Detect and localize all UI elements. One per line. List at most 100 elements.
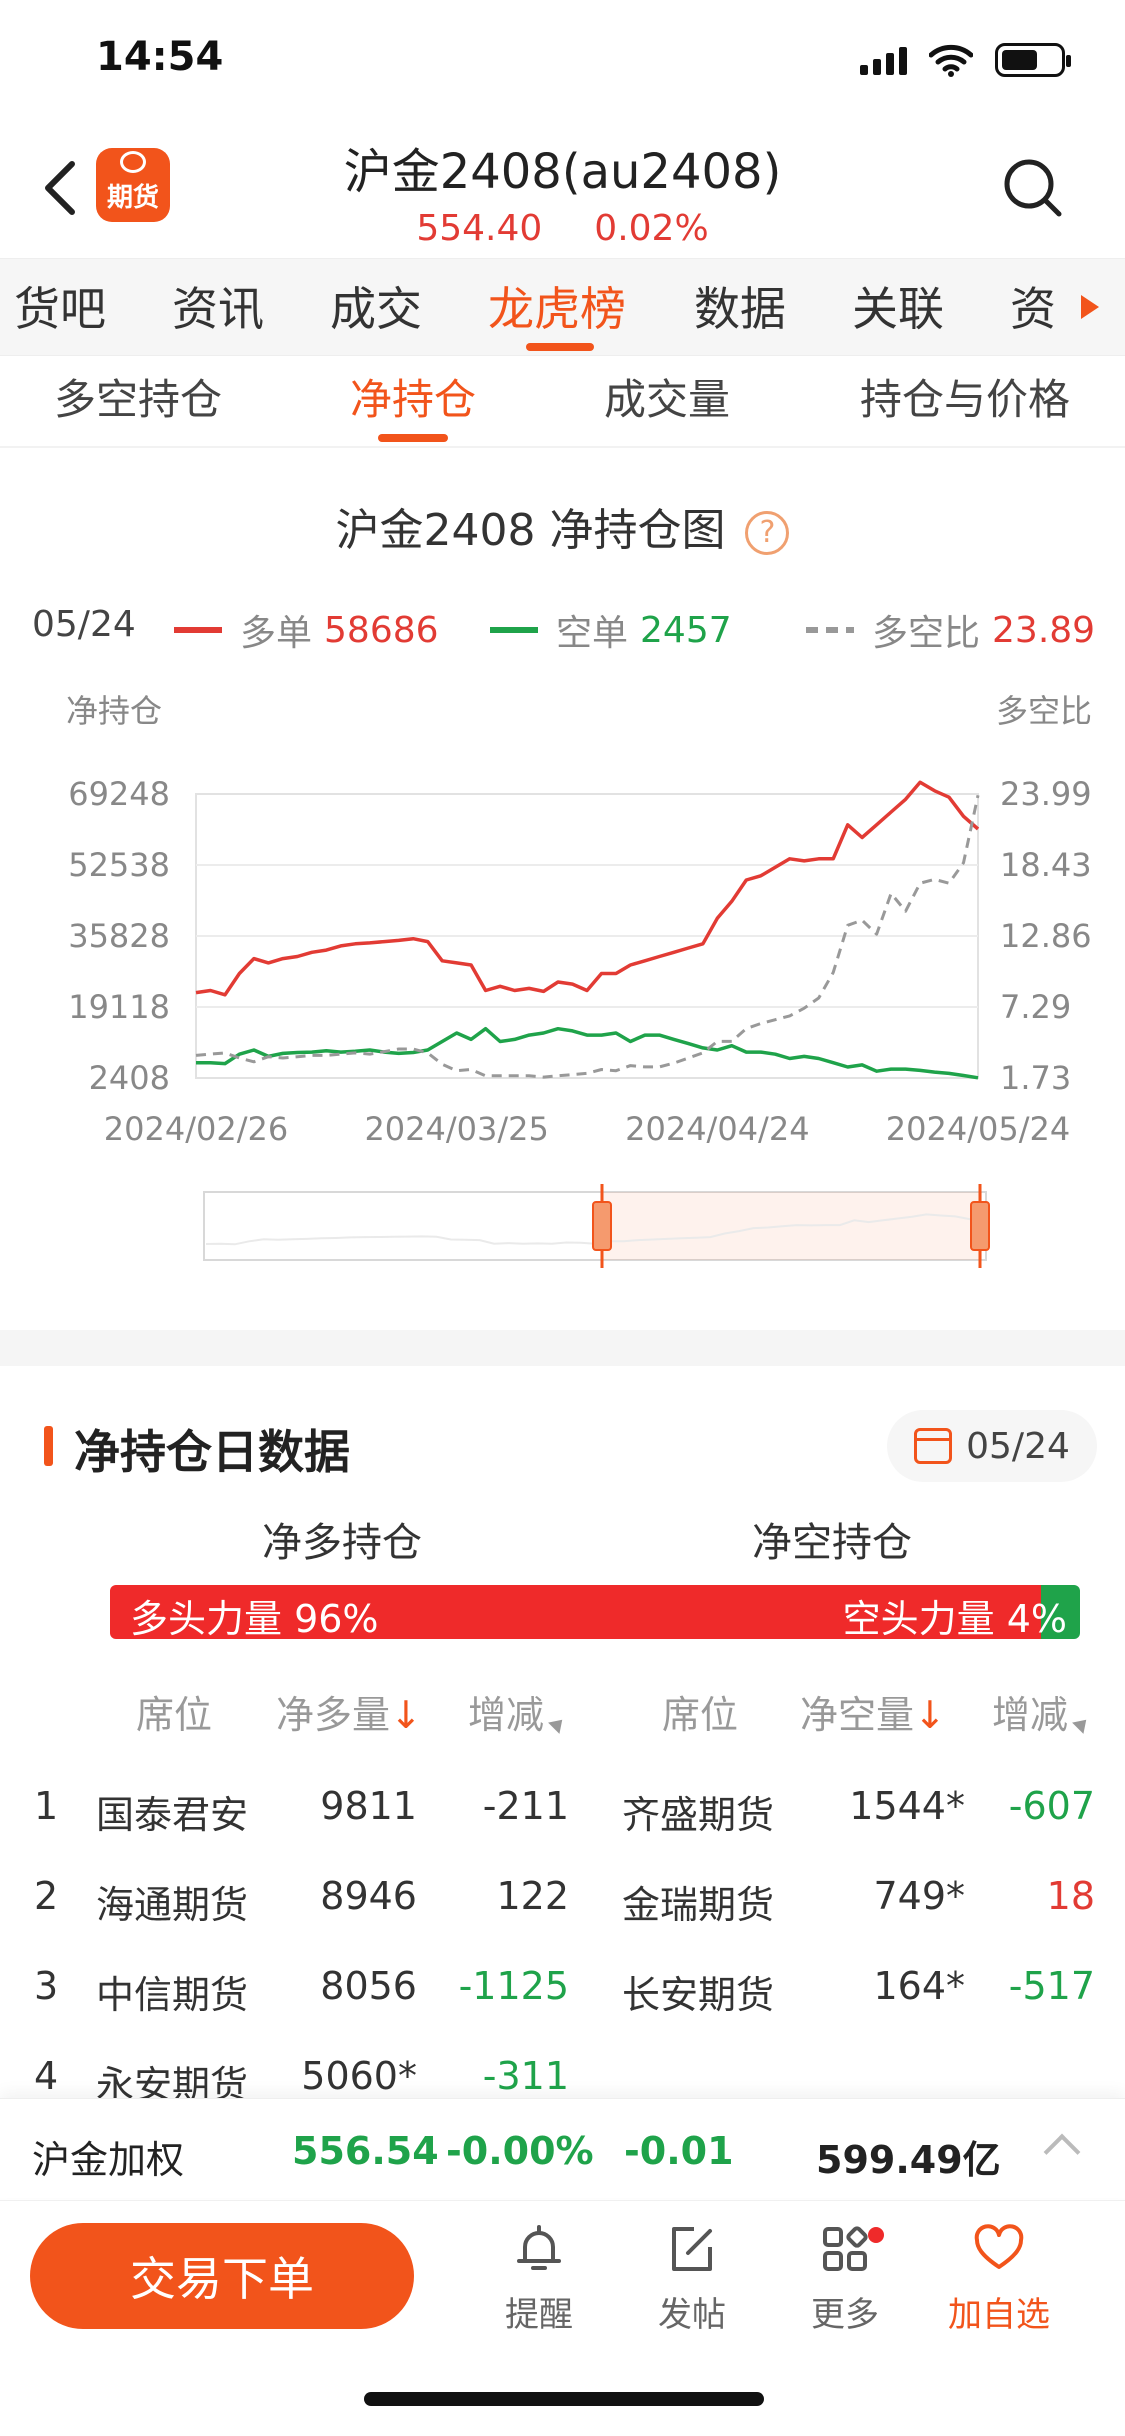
nav-alert[interactable]: 提醒 <box>474 2221 604 2341</box>
net-short-qty: 1544* <box>849 1784 965 1828</box>
net-short-change: 18 <box>1046 1874 1095 1918</box>
net-short-change: -607 <box>1008 1784 1095 1828</box>
net-long-change: -311 <box>482 2054 569 2098</box>
nav-add-watchlist[interactable]: 加自选 <box>934 2221 1064 2341</box>
tabs-scroll-right-icon[interactable] <box>1055 259 1125 355</box>
nav-more-label: 更多 <box>811 2295 879 2335</box>
net-short-qty: 749* <box>873 1874 965 1918</box>
y-tick-right: 18.43 <box>1000 846 1092 884</box>
legend-long-value: 58686 <box>324 609 439 651</box>
x-tick-label: 2024/04/24 <box>625 1110 809 1148</box>
status-time: 14:54 <box>96 34 224 80</box>
subtab-long-short[interactable]: 多空持仓 <box>54 366 222 427</box>
y-tick-right: 7.29 <box>1000 988 1071 1026</box>
x-tick-label: 2024/05/24 <box>886 1110 1070 1148</box>
page-title: 沪金2408(au2408) <box>343 144 782 200</box>
y-tick-left: 69248 <box>68 775 170 813</box>
row-rank: 2 <box>34 1874 59 1918</box>
y-tick-left: 35828 <box>68 917 170 955</box>
row-rank: 1 <box>34 1784 59 1828</box>
series-line-long <box>195 780 980 997</box>
legend-ratio-swatch <box>806 627 854 633</box>
tab-trades[interactable]: 成交 <box>330 273 422 339</box>
sort-toggle-icon <box>1072 1714 1092 1734</box>
grid-icon <box>823 2226 868 2271</box>
col-change-short[interactable]: 增减 <box>992 1684 1092 1739</box>
legend-ratio-value: 23.89 <box>992 609 1096 651</box>
tab-forum[interactable]: 货吧 <box>14 273 106 339</box>
series-line-short <box>196 1026 979 1080</box>
net-long-qty: 9811 <box>320 1784 417 1828</box>
subtab-net-position[interactable]: 净持仓 <box>350 366 476 427</box>
active-subtab-indicator <box>378 434 448 442</box>
row-rank: 4 <box>34 2054 59 2098</box>
main-tabs: 货吧 资讯 成交 龙虎榜 数据 关联 资 <box>0 258 1125 356</box>
legend-ratio: 多空比 23.89 <box>806 604 1095 656</box>
tab-related[interactable]: 关联 <box>852 273 944 339</box>
short-seat-name: 金瑞期货 <box>622 1883 775 1927</box>
legend-ratio-name: 多空比 <box>872 613 981 654</box>
bell-icon <box>517 2225 561 2270</box>
change-percent: 0.02% <box>594 208 709 249</box>
net-short-change: -517 <box>1008 1964 1095 2008</box>
chart-legend: 05/24 多单 58686 空单 2457 多空比 23.89 <box>0 600 1125 654</box>
col-change-long[interactable]: 增减 <box>468 1684 568 1739</box>
tab-data[interactable]: 数据 <box>694 273 786 339</box>
col-seat-long: 席位 <box>136 1693 213 1737</box>
date-picker-value: 05/24 <box>966 1425 1070 1467</box>
net-long-heading: 净多持仓 <box>262 1520 422 1566</box>
active-tab-indicator <box>526 343 594 351</box>
date-picker[interactable]: 05/24 <box>887 1410 1097 1482</box>
nav-alert-label: 提醒 <box>505 2295 573 2335</box>
net-short-heading: 净空持仓 <box>752 1520 912 1566</box>
search-icon[interactable] <box>1001 156 1065 220</box>
ticker-name: 沪金加权 <box>32 2138 185 2182</box>
ticker-change: -0.01 <box>624 2129 734 2173</box>
y-tick-left: 2408 <box>89 1059 170 1097</box>
status-icons <box>860 40 1071 80</box>
ticker-volume: 599.49亿 <box>816 2138 1001 2182</box>
short-seat-name: 齐盛期货 <box>622 1793 775 1837</box>
tab-more-truncated[interactable]: 资 <box>1010 273 1056 339</box>
legend-short-name: 空单 <box>556 613 629 654</box>
chart-title-text: 沪金2408 净持仓图 <box>335 505 726 556</box>
heart-icon <box>974 2224 1024 2269</box>
weighted-ticker-bar[interactable]: 沪金加权 556.54 -0.00% -0.01 599.49亿 <box>0 2098 1125 2198</box>
subtab-volume[interactable]: 成交量 <box>604 366 730 427</box>
nav-more[interactable]: 更多 <box>780 2221 910 2341</box>
sort-desc-icon: ↓ <box>914 1693 946 1737</box>
col-seat-short: 席位 <box>662 1693 739 1737</box>
nav-post[interactable]: 发帖 <box>627 2221 757 2341</box>
chevron-up-icon[interactable] <box>1043 2133 1081 2171</box>
col-net-short[interactable]: 净空量↓ <box>800 1684 946 1739</box>
short-seat-name: 长安期货 <box>622 1973 775 2017</box>
col-change-short-text: 增减 <box>992 1693 1069 1737</box>
chart-title: 沪金2408 净持仓图? <box>0 494 1125 558</box>
long-power-label: 多头力量 96% <box>130 1597 379 1641</box>
legend-long-name: 多单 <box>240 613 313 654</box>
subtab-position-price[interactable]: 持仓与价格 <box>860 366 1070 427</box>
net-long-change: 122 <box>496 1874 569 1918</box>
trade-order-button[interactable]: 交易下单 <box>30 2223 414 2329</box>
nav-post-label: 发帖 <box>658 2295 726 2335</box>
short-power-label: 空头力量 4% <box>842 1597 1067 1641</box>
daily-data-title: 净持仓日数据 <box>44 1416 350 1482</box>
calendar-icon <box>914 1428 953 1464</box>
net-long-qty: 5060* <box>301 2054 417 2098</box>
header: 期货 沪金2408(au2408) 554.40 0.02% <box>0 120 1125 250</box>
col-net-short-text: 净空量 <box>800 1693 915 1737</box>
ticker-price: 556.54 <box>292 2129 439 2173</box>
cellular-signal-icon <box>860 45 907 75</box>
net-short-qty: 164* <box>873 1964 965 2008</box>
home-indicator <box>364 2392 764 2406</box>
legend-long: 多单 58686 <box>174 604 439 656</box>
y-tick-right: 12.86 <box>1000 917 1092 955</box>
col-net-long[interactable]: 净多量↓ <box>276 1684 422 1739</box>
tab-news[interactable]: 资讯 <box>172 273 264 339</box>
help-icon[interactable]: ? <box>745 511 790 555</box>
net-long-qty: 8946 <box>320 1874 417 1918</box>
tab-leaderboard[interactable]: 龙虎榜 <box>488 273 626 339</box>
nav-add-watchlist-label: 加自选 <box>948 2295 1050 2335</box>
range-slider-handle <box>592 1201 612 1251</box>
y-tick-left: 52538 <box>68 846 170 884</box>
